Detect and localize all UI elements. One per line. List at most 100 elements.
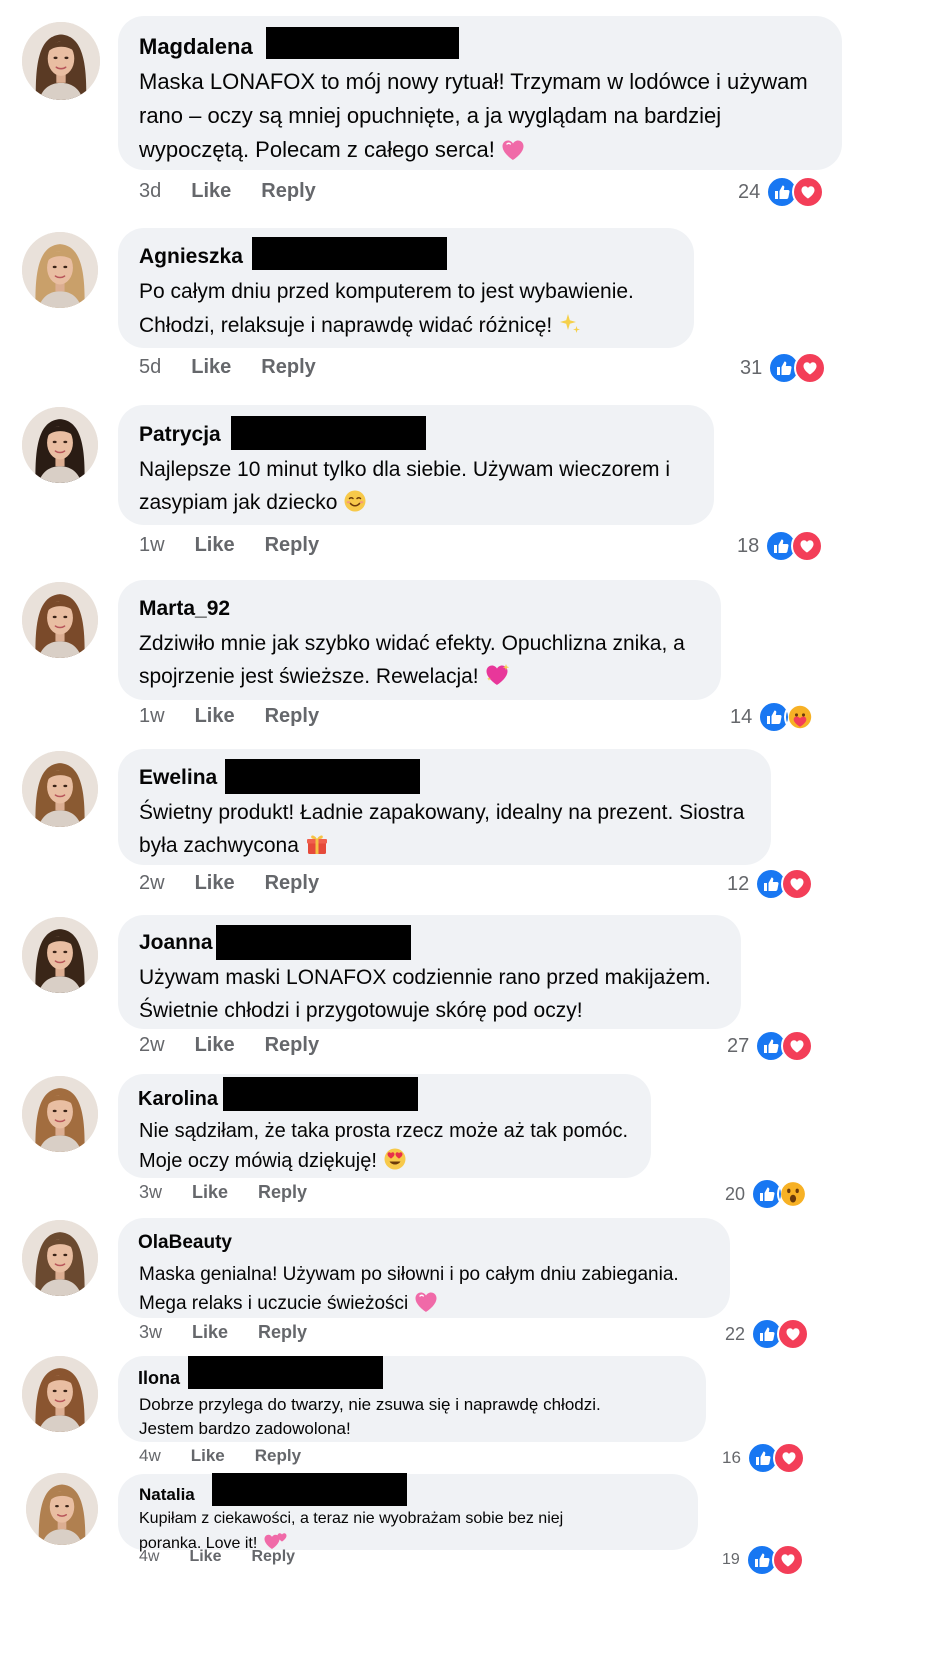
avatar[interactable]: [26, 1473, 98, 1545]
avatar[interactable]: [22, 751, 98, 827]
comment-author-name[interactable]: Natalia: [139, 1485, 195, 1505]
like-button[interactable]: Like: [195, 1034, 235, 1056]
pink-heart-emoji-icon: [414, 1291, 438, 1322]
comment-author-name[interactable]: OlaBeauty: [138, 1232, 232, 1254]
reaction-count: 14: [730, 705, 753, 728]
avatar[interactable]: [22, 1220, 98, 1296]
love-reaction-icon: [792, 176, 825, 208]
reply-button[interactable]: Reply: [265, 534, 319, 556]
like-button[interactable]: Like: [191, 356, 231, 378]
comment-actions: 2w Like Reply: [139, 1034, 349, 1057]
comment-text-span: Maska genialna! Używam po siłowni i po c…: [139, 1264, 679, 1285]
comment-text-span: Mega relaks i uczucie świeżości: [139, 1293, 409, 1314]
comment-text: Świetny produkt! Ładnie zapakowany, idea…: [139, 796, 744, 866]
comment-author-name[interactable]: Agnieszka: [139, 245, 243, 269]
comment-actions: 4w Like Reply: [139, 1548, 325, 1566]
comment-timestamp[interactable]: 2w: [139, 1034, 165, 1056]
comment-text-line: Mega relaks i uczucie świeżości: [139, 1289, 679, 1322]
love-reaction-icon: [794, 352, 827, 384]
comment-text-span: Świetnie chłodzi i przygotowuje skórę po…: [139, 999, 583, 1022]
reaction-summary[interactable]: 24: [738, 176, 825, 208]
comment-timestamp[interactable]: 1w: [139, 534, 165, 556]
redacted-surname-bar: [188, 1356, 383, 1389]
reply-button[interactable]: Reply: [258, 1182, 307, 1202]
comment-author-name[interactable]: Karolina: [138, 1088, 218, 1111]
reply-button[interactable]: Reply: [265, 705, 319, 727]
comment-text: Maska genialna! Używam po siłowni i po c…: [139, 1260, 679, 1322]
comment-text-span: zasypiam jak dziecko: [139, 491, 338, 514]
love-reaction-icon: [777, 1318, 810, 1350]
comment-author-name[interactable]: Ewelina: [139, 766, 217, 790]
like-button[interactable]: Like: [192, 1322, 228, 1342]
comment-text: Zdziwiło mnie jak szybko widać efekty. O…: [139, 627, 685, 697]
comment-actions: 5d Like Reply: [139, 356, 346, 379]
comment-timestamp[interactable]: 3w: [139, 1322, 162, 1342]
comment-text: Dobrze przylega do twarzy, nie zsuwa się…: [139, 1393, 601, 1441]
comment-text-span: Chłodzi, relaksuje i naprawdę widać różn…: [139, 314, 553, 337]
reaction-summary[interactable]: 18: [737, 530, 824, 562]
comment-timestamp[interactable]: 4w: [139, 1446, 161, 1465]
reaction-summary[interactable]: 19: [722, 1544, 804, 1576]
comment-actions: 3w Like Reply: [139, 1322, 337, 1343]
like-button[interactable]: Like: [195, 534, 235, 556]
reply-button[interactable]: Reply: [251, 1548, 295, 1565]
redacted-surname-bar: [266, 27, 459, 59]
reaction-count: 18: [737, 534, 760, 557]
like-button[interactable]: Like: [195, 872, 235, 894]
comment-text-span: Świetny produkt! Ładnie zapakowany, idea…: [139, 801, 745, 824]
like-button[interactable]: Like: [189, 1548, 221, 1565]
redacted-surname-bar: [216, 925, 411, 960]
reply-button[interactable]: Reply: [258, 1322, 307, 1342]
comment-text-line: Maska genialna! Używam po siłowni i po c…: [139, 1260, 679, 1289]
reaction-summary[interactable]: 20: [725, 1178, 810, 1210]
like-button[interactable]: Like: [195, 705, 235, 727]
comment-timestamp[interactable]: 1w: [139, 705, 165, 727]
reply-button[interactable]: Reply: [261, 180, 315, 202]
reply-button[interactable]: Reply: [255, 1446, 301, 1465]
avatar[interactable]: [22, 582, 98, 658]
reply-button[interactable]: Reply: [261, 356, 315, 378]
comment-author-name[interactable]: Marta_92: [139, 597, 230, 621]
redacted-surname-bar: [225, 759, 420, 794]
like-button[interactable]: Like: [192, 1182, 228, 1202]
reply-button[interactable]: Reply: [265, 872, 319, 894]
avatar[interactable]: [22, 407, 98, 483]
reaction-summary[interactable]: 31: [740, 352, 827, 384]
reaction-summary[interactable]: 27: [727, 1030, 814, 1062]
comment-author-name[interactable]: Patrycja: [139, 423, 221, 447]
comment-text-span: Kupiłam z ciekawości, a teraz nie wyobra…: [139, 1510, 564, 1527]
avatar[interactable]: [22, 232, 98, 308]
comment-text-line: Maska LONAFOX to mój nowy rytuał! Trzyma…: [139, 65, 808, 99]
comment-timestamp[interactable]: 3d: [139, 180, 161, 202]
reply-button[interactable]: Reply: [265, 1034, 319, 1056]
sparkling-heart-emoji-icon: [485, 663, 511, 697]
reaction-summary[interactable]: 12: [727, 868, 814, 900]
like-button[interactable]: Like: [191, 1446, 225, 1465]
avatar[interactable]: [22, 1076, 98, 1152]
avatar[interactable]: [22, 917, 98, 993]
comment-text-line: Jestem bardzo zadowolona!: [139, 1417, 601, 1441]
comment-author-name[interactable]: Ilona: [138, 1368, 180, 1389]
comment-timestamp[interactable]: 4w: [139, 1548, 159, 1565]
comment-text-span: wypoczętą. Polecam z całego serca!: [139, 137, 495, 162]
comment-timestamp[interactable]: 3w: [139, 1182, 162, 1202]
reaction-summary[interactable]: 22: [725, 1318, 810, 1350]
comment-text: Maska LONAFOX to mój nowy rytuał! Trzyma…: [139, 65, 808, 171]
comment-text-line: była zachwycona: [139, 829, 744, 866]
comment-author-name[interactable]: Magdalena: [139, 34, 253, 60]
comment-actions: 3d Like Reply: [139, 180, 346, 203]
like-button[interactable]: Like: [191, 180, 231, 202]
comment-text-line: Po całym dniu przed komputerem to jest w…: [139, 275, 634, 309]
comment-actions: 3w Like Reply: [139, 1182, 337, 1203]
avatar[interactable]: [22, 1356, 98, 1432]
reaction-summary[interactable]: 16: [722, 1442, 805, 1474]
comment-author-name[interactable]: Joanna: [139, 931, 213, 955]
reaction-summary[interactable]: 14: [730, 701, 817, 733]
comment-timestamp[interactable]: 5d: [139, 356, 161, 378]
comment-text-span: spojrzenie jest świeższe. Rewelacja!: [139, 665, 479, 688]
avatar[interactable]: [22, 22, 100, 100]
comment-text-span: Używam maski LONAFOX codziennie rano prz…: [139, 966, 711, 989]
comment-text-line: wypoczętą. Polecam z całego serca!: [139, 133, 808, 171]
comment-text-line: Używam maski LONAFOX codziennie rano prz…: [139, 961, 711, 994]
comment-timestamp[interactable]: 2w: [139, 872, 165, 894]
